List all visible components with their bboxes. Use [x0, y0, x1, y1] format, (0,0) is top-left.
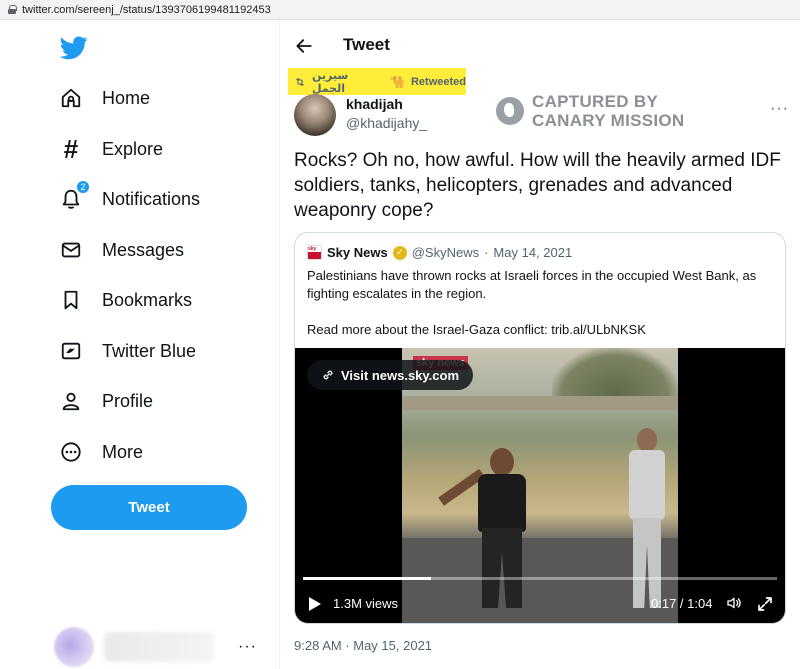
main-column: Tweet سيرين الجمل 🐪 Retweeted khadijah @…	[280, 20, 800, 669]
quoted-tweet[interactable]: sky news Sky News ✓ @SkyNews · May 14, 2…	[294, 232, 786, 624]
avatar	[54, 626, 94, 667]
sidebar: Home # Explore 2 Notifications Messages …	[0, 20, 280, 669]
author-name[interactable]: khadijah	[346, 96, 403, 112]
canary-mission-watermark: CAPTURED BY CANARY MISSION	[496, 92, 685, 130]
lock-icon	[8, 5, 17, 14]
sidebar-item-label: Explore	[102, 138, 164, 159]
sidebar-item-twitter-blue[interactable]: Twitter Blue	[58, 331, 196, 371]
quoted-tweet-text: Palestinians have thrown rocks at Israel…	[307, 267, 777, 357]
sidebar-item-explore[interactable]: # Explore	[58, 129, 163, 169]
address-bar[interactable]: twitter.com/sereenj_/status/139370619948…	[0, 0, 800, 20]
twitter-blue-icon	[58, 338, 84, 364]
sidebar-item-bookmarks[interactable]: Bookmarks	[58, 280, 192, 320]
retweet-banner[interactable]: سيرين الجمل 🐪 Retweeted	[288, 68, 466, 95]
person-icon	[58, 388, 84, 414]
sidebar-item-label: More	[102, 441, 144, 462]
fullscreen-icon[interactable]	[756, 595, 774, 613]
video-player[interactable]: sky news Visit news.sky.com 1.3M views 0…	[295, 348, 785, 623]
retweeted-label: Retweeted	[410, 75, 466, 88]
video-progress-bar[interactable]	[303, 577, 777, 580]
quoted-body-paragraph: Palestinians have thrown rocks at Israel…	[307, 268, 757, 301]
sidebar-item-label: Notifications	[102, 188, 201, 209]
author-avatar[interactable]	[294, 94, 336, 136]
quoted-author-handle: @SkyNews	[411, 245, 480, 260]
bell-icon: 2	[58, 180, 90, 212]
envelope-icon	[58, 237, 84, 263]
tweet-timestamp[interactable]: 9:28 AM · May 15, 2021	[294, 638, 432, 653]
account-more-icon[interactable]: ···	[238, 638, 257, 656]
video-controls: 1.3M views 0:17 / 1:04	[295, 593, 785, 615]
retweeter-name: سيرين الجمل	[311, 69, 349, 95]
quoted-tweet-header: sky news Sky News ✓ @SkyNews · May 14, 2…	[307, 245, 572, 260]
quoted-author-name: Sky News	[327, 245, 388, 260]
more-circle-icon	[58, 439, 84, 465]
retweet-icon	[296, 77, 304, 86]
video-wall	[402, 396, 678, 410]
link-icon	[323, 370, 333, 380]
sidebar-item-home[interactable]: Home	[58, 78, 150, 118]
canary-logo-icon	[496, 97, 524, 125]
watermark-text: CAPTURED BY CANARY MISSION	[532, 92, 685, 130]
video-person-left	[438, 448, 532, 608]
bookmark-icon	[58, 287, 84, 313]
play-icon[interactable]	[309, 597, 321, 611]
account-switcher[interactable]: ···	[54, 624, 269, 669]
page-title: Tweet	[343, 35, 390, 54]
url-text[interactable]: twitter.com/sereenj_/status/139370619948…	[22, 4, 271, 16]
sidebar-item-label: Messages	[102, 239, 185, 260]
watermark-line1: CAPTURED BY	[532, 92, 659, 111]
quoted-date: May 14, 2021	[493, 245, 573, 260]
sidebar-item-label: Twitter Blue	[102, 340, 197, 361]
twitter-logo-icon[interactable]	[60, 36, 88, 60]
page-header: Tweet	[280, 20, 800, 72]
sidebar-item-notifications[interactable]: 2 Notifications	[58, 179, 200, 219]
tweet-text: Rocks? Oh no, how awful. How will the he…	[294, 150, 781, 221]
visit-link-button[interactable]: Visit news.sky.com	[307, 360, 473, 390]
sidebar-item-label: Bookmarks	[102, 289, 193, 310]
view-count: 1.3M views	[333, 596, 399, 611]
tweet-more-icon[interactable]: ···	[770, 100, 789, 118]
visit-link-label: Visit news.sky.com	[341, 367, 460, 383]
back-arrow-icon[interactable]	[294, 36, 314, 56]
camel-emoji: 🐪	[390, 74, 405, 89]
tweet-button[interactable]: Tweet	[51, 485, 247, 530]
quoted-body-link: Read more about the Israel-Gaza conflict…	[307, 322, 646, 337]
verified-badge-icon: ✓	[392, 245, 407, 260]
watermark-line2: CANARY MISSION	[532, 111, 685, 130]
separator-dot: ·	[484, 245, 489, 260]
sidebar-item-label: Home	[102, 87, 151, 108]
video-progress-fill	[303, 577, 431, 580]
home-icon	[58, 85, 84, 111]
hashtag-icon: #	[63, 133, 79, 164]
sidebar-item-messages[interactable]: Messages	[58, 230, 184, 270]
sidebar-item-label: Profile	[102, 390, 154, 411]
sidebar-item-more[interactable]: More	[58, 432, 143, 472]
account-name-redacted	[104, 631, 214, 662]
sidebar-item-profile[interactable]: Profile	[58, 381, 153, 421]
author-handle[interactable]: @khadijahy_	[346, 115, 427, 131]
video-time: 0:17 / 1:04	[651, 596, 713, 611]
sky-news-avatar: sky news	[307, 245, 322, 260]
volume-icon[interactable]	[725, 595, 743, 611]
video-person-right	[627, 428, 667, 608]
notification-badge: 2	[76, 180, 90, 194]
